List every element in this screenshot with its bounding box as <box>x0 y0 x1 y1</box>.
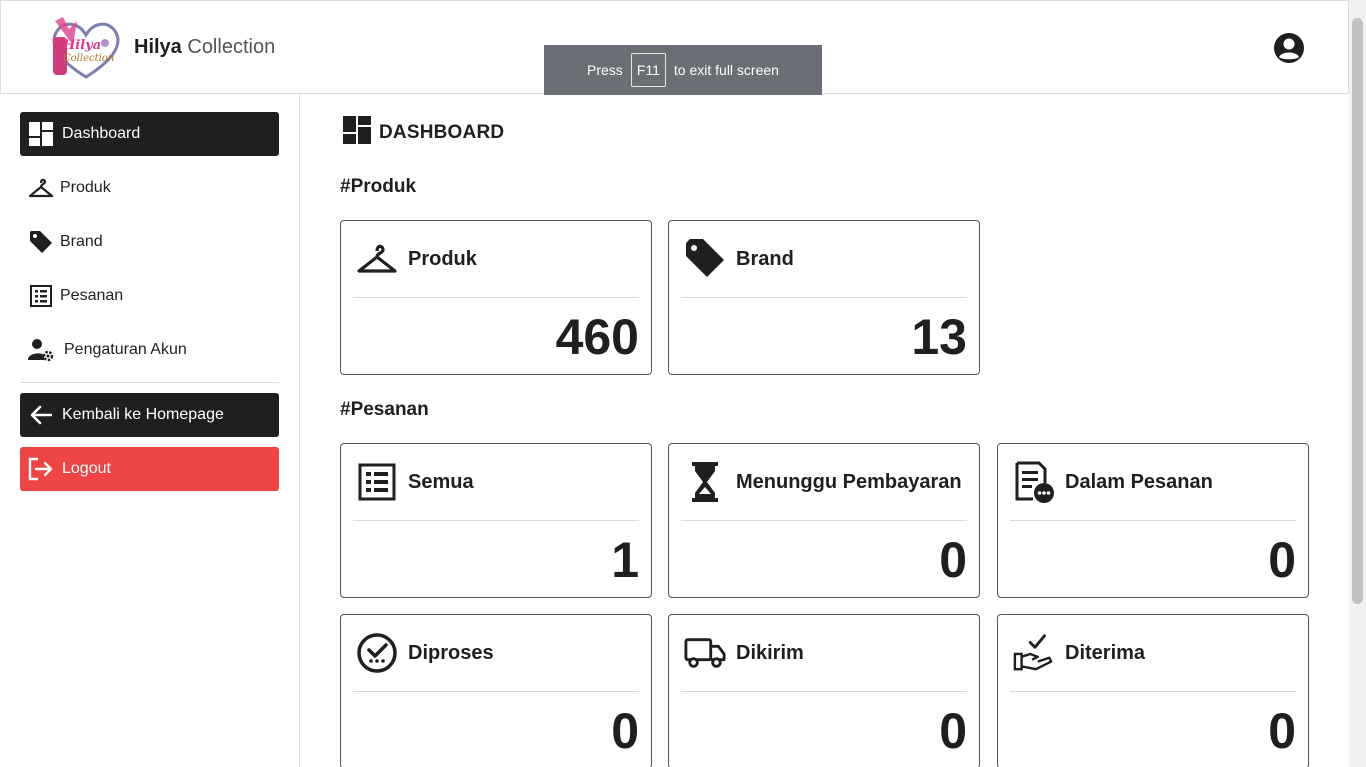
logout-label: Logout <box>62 460 111 477</box>
card-label: Diterima <box>1065 641 1146 664</box>
user-account-icon[interactable] <box>1272 31 1306 65</box>
card-divider <box>353 520 639 521</box>
card-divider <box>1010 691 1296 692</box>
brand-name[interactable]: Hilya Collection <box>134 36 275 59</box>
sidebar-item-pesanan[interactable]: Pesanan <box>20 274 279 318</box>
sidebar-item-brand[interactable]: Brand <box>20 220 279 264</box>
card-dalam-pesanan[interactable]: Dalam Pesanan 0 <box>997 443 1309 598</box>
list-icon <box>28 283 54 309</box>
card-label: Semua <box>408 470 474 493</box>
page-title: DASHBOARD <box>343 116 504 150</box>
logout-icon <box>28 456 54 482</box>
card-value: 0 <box>939 532 967 588</box>
card-divider <box>681 691 967 692</box>
card-value: 0 <box>1268 703 1296 759</box>
page-scrollbar[interactable] <box>1349 0 1366 767</box>
card-label: Dalam Pesanan <box>1065 470 1213 493</box>
card-value: 0 <box>939 703 967 759</box>
card-divider <box>681 297 967 298</box>
sidebar-item-pengaturan-akun[interactable]: Pengaturan Akun <box>20 328 279 372</box>
card-semua[interactable]: Semua 1 <box>340 443 652 598</box>
sidebar-item-label: Pengaturan Akun <box>64 341 187 358</box>
sidebar-divider <box>20 382 279 383</box>
main-content: DASHBOARD #Produk Produk 460 Brand 13 #P… <box>300 94 1349 767</box>
toast-post: to exit full screen <box>673 62 779 78</box>
back-to-homepage-button[interactable]: Kembali ke Homepage <box>20 393 279 437</box>
sidebar: Dashboard Produk Brand Pesanan Pengatura… <box>0 94 300 767</box>
scrollbar-thumb[interactable] <box>1352 18 1363 604</box>
brand-logo[interactable]: Hilya Collection <box>47 15 125 81</box>
hourglass-icon <box>684 461 726 503</box>
sidebar-item-produk[interactable]: Produk <box>20 166 279 210</box>
tag-icon <box>28 229 54 255</box>
brand-name-light: Collection <box>181 36 276 58</box>
fullscreen-toast: Press F11 to exit full screen <box>544 45 822 95</box>
card-diproses[interactable]: Diproses 0 <box>340 614 652 767</box>
svg-text:Collection: Collection <box>63 53 114 64</box>
logout-button[interactable]: Logout <box>20 447 279 491</box>
toast-key: F11 <box>630 53 666 87</box>
section-pesanan-heading: #Pesanan <box>340 399 429 420</box>
card-divider <box>681 520 967 521</box>
sidebar-item-label: Brand <box>60 233 103 250</box>
tag-icon <box>684 238 726 280</box>
card-value: 0 <box>611 703 639 759</box>
card-value: 13 <box>911 309 967 365</box>
toast-pre: Press <box>587 62 623 78</box>
arrow-left-icon <box>28 402 54 428</box>
card-dikirim[interactable]: Dikirim 0 <box>668 614 980 767</box>
list-icon <box>356 461 398 503</box>
card-menunggu-pembayaran[interactable]: Menunggu Pembayaran 0 <box>668 443 980 598</box>
card-label: Dikirim <box>736 641 804 664</box>
page-title-text: DASHBOARD <box>379 122 505 143</box>
brand-name-bold: Hilya <box>134 36 182 58</box>
card-label: Menunggu Pembayaran <box>736 470 962 493</box>
hanger-icon <box>356 238 398 280</box>
check-circle-icon <box>356 632 398 674</box>
hanger-icon <box>28 175 54 201</box>
sidebar-item-label: Produk <box>60 179 111 196</box>
back-to-homepage-label: Kembali ke Homepage <box>62 406 224 423</box>
dashboard-icon <box>343 116 371 150</box>
sidebar-item-label: Dashboard <box>62 125 141 142</box>
card-label: Brand <box>736 247 794 270</box>
card-diterima[interactable]: Diterima 0 <box>997 614 1309 767</box>
dashboard-icon <box>28 121 54 147</box>
card-value: 460 <box>555 309 639 365</box>
card-value: 1 <box>611 532 639 588</box>
truck-icon <box>684 632 726 674</box>
svg-text:Hilya: Hilya <box>62 38 101 53</box>
sidebar-item-dashboard[interactable]: Dashboard <box>20 112 279 156</box>
card-divider <box>353 691 639 692</box>
card-divider <box>1010 520 1296 521</box>
card-label: Produk <box>408 247 477 270</box>
section-produk-heading: #Produk <box>340 176 417 197</box>
card-divider <box>353 297 639 298</box>
user-gear-icon <box>28 337 54 363</box>
card-brand[interactable]: Brand 13 <box>668 220 980 375</box>
document-pending-icon <box>1013 461 1055 503</box>
card-produk[interactable]: Produk 460 <box>340 220 652 375</box>
card-label: Diproses <box>408 641 494 664</box>
hand-check-icon <box>1013 632 1055 674</box>
card-value: 0 <box>1268 532 1296 588</box>
sidebar-item-label: Pesanan <box>60 287 124 304</box>
